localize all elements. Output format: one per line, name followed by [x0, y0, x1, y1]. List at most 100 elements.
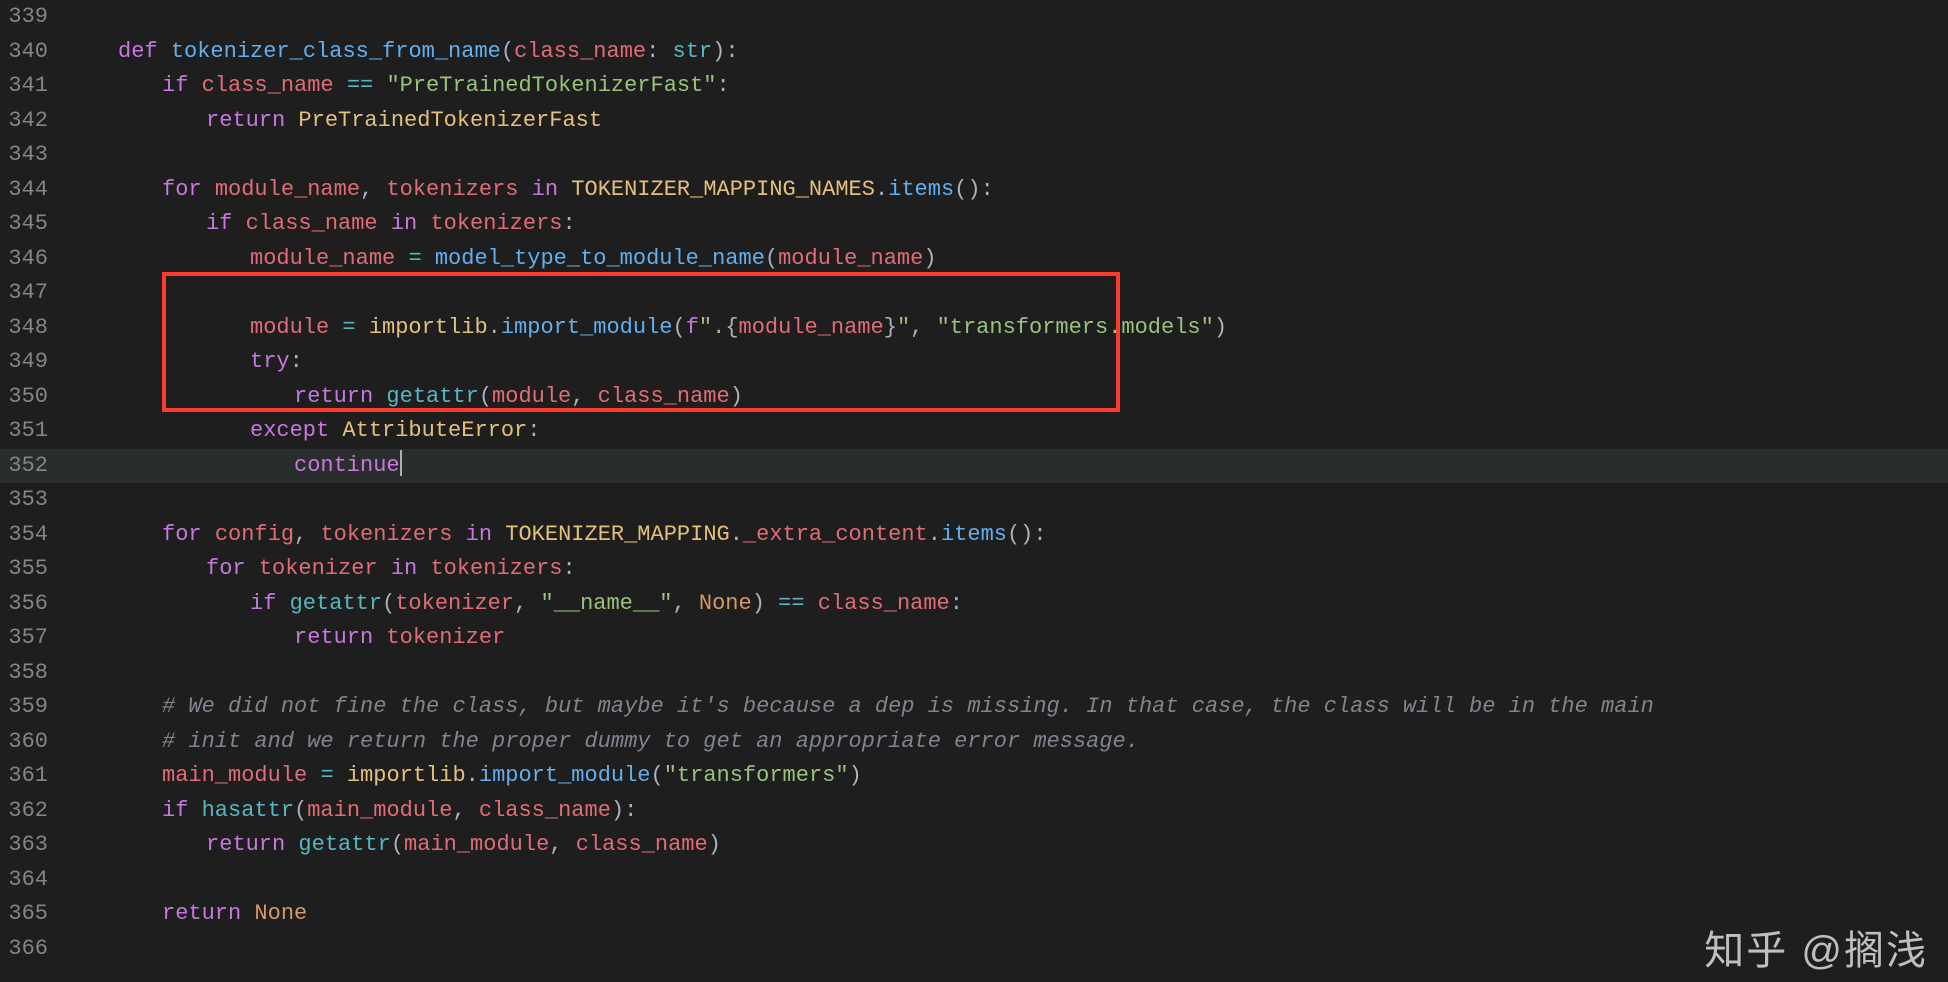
token-kw: return [294, 625, 386, 650]
code-line[interactable]: 348 module = importlib.import_module(f".{… [0, 311, 1948, 346]
code-line[interactable]: 360 # init and we return the proper dummy… [0, 725, 1948, 760]
code-content[interactable]: if hasattr(main_module, class_name): [162, 794, 1948, 829]
code-line[interactable]: 363return getattr(main_module, class_nam… [0, 828, 1948, 863]
token-kw: if [162, 798, 202, 823]
token-pn [356, 315, 369, 340]
code-content[interactable]: if class_name == "PreTrainedTokenizerFas… [162, 69, 1948, 104]
code-line[interactable]: 341 if class_name == "PreTrainedTokenizer… [0, 69, 1948, 104]
token-kw: def [118, 39, 171, 64]
token-cmt: # We did not fine the class, but maybe i… [162, 694, 1654, 719]
code-line[interactable]: 354for config, tokenizers in TOKENIZER_M… [0, 518, 1948, 553]
code-line[interactable]: 343 [0, 138, 1948, 173]
token-pn: } [884, 315, 897, 340]
code-line[interactable]: 366 [0, 932, 1948, 967]
text-cursor [400, 450, 402, 476]
token-ident: tokenizers [430, 556, 562, 581]
code-content[interactable]: try: [250, 345, 1948, 380]
code-line[interactable]: 355for tokenizer in tokenizers: [0, 552, 1948, 587]
token-ident: module_name [778, 246, 923, 271]
token-pn: ( [382, 591, 395, 616]
code-content[interactable]: continue [294, 449, 1948, 484]
code-line[interactable]: 346module_name = model_type_to_module_na… [0, 242, 1948, 277]
code-content[interactable]: main_module = importlib.import_module("t… [162, 759, 1948, 794]
code-content[interactable]: # We did not fine the class, but maybe i… [162, 690, 1948, 725]
code-content[interactable]: return getattr(module, class_name) [294, 380, 1948, 415]
token-pn: , [673, 591, 699, 616]
line-number: 348 [0, 311, 74, 346]
token-pn: (): [1007, 522, 1047, 547]
token-ident: tokenizer [395, 591, 514, 616]
token-ident: tokenizers [320, 522, 452, 547]
token-call: import_module [501, 315, 673, 340]
code-line[interactable]: 361main_module = importlib.import_module… [0, 759, 1948, 794]
code-line[interactable]: 353 [0, 483, 1948, 518]
token-pn: ) [708, 832, 721, 857]
code-line[interactable]: 359 # We did not fine the class, but mayb… [0, 690, 1948, 725]
token-op: = [408, 246, 421, 271]
code-line[interactable]: 340def tokenizer_class_from_name(class_n… [0, 35, 1948, 70]
token-ident: module [250, 315, 329, 340]
code-content[interactable]: return tokenizer [294, 621, 1948, 656]
token-builtin: str [673, 39, 713, 64]
token-param: class_name [514, 39, 646, 64]
line-number: 342 [0, 104, 74, 139]
token-str: "transformers" [664, 763, 849, 788]
code-line[interactable]: 364 [0, 863, 1948, 898]
code-editor[interactable]: 339340def tokenizer_class_from_name(clas… [0, 0, 1948, 982]
token-obj: AttributeError [342, 418, 527, 443]
code-line[interactable]: 356if getattr(tokenizer, "__name__", Non… [0, 587, 1948, 622]
code-line[interactable]: 344for module_name, tokenizers in TOKENI… [0, 173, 1948, 208]
code-content[interactable]: def tokenizer_class_from_name(class_name… [118, 35, 1948, 70]
code-line[interactable]: 362if hasattr(main_module, class_name): [0, 794, 1948, 829]
token-kw: return [162, 901, 254, 926]
code-content[interactable]: return None [162, 897, 1948, 932]
code-content[interactable]: module = importlib.import_module(f".{mod… [250, 311, 1948, 346]
code-content[interactable]: for tokenizer in tokenizers: [206, 552, 1948, 587]
token-pn: ) [849, 763, 862, 788]
token-pn: ( [765, 246, 778, 271]
code-content[interactable]: return PreTrainedTokenizerFast [206, 104, 1948, 139]
token-pn: : [290, 349, 303, 374]
token-pn [307, 763, 320, 788]
code-content[interactable]: for module_name, tokenizers in TOKENIZER… [162, 173, 1948, 208]
code-line[interactable]: 358 [0, 656, 1948, 691]
code-line[interactable]: 339 [0, 0, 1948, 35]
code-content[interactable]: for config, tokenizers in TOKENIZER_MAPP… [162, 518, 1948, 553]
token-pn: (): [954, 177, 994, 202]
token-none: None [699, 591, 752, 616]
line-number: 353 [0, 483, 74, 518]
code-line[interactable]: 357return tokenizer [0, 621, 1948, 656]
line-number: 360 [0, 725, 74, 760]
code-content[interactable]: except AttributeError: [250, 414, 1948, 449]
token-pn: ) [752, 591, 778, 616]
line-number: 350 [0, 380, 74, 415]
code-content[interactable]: # init and we return the proper dummy to… [162, 725, 1948, 760]
code-line[interactable]: 342 return PreTrainedTokenizerFast [0, 104, 1948, 139]
code-line[interactable]: 351except AttributeError: [0, 414, 1948, 449]
code-line[interactable]: 365return None [0, 897, 1948, 932]
token-pn: . [928, 522, 941, 547]
code-content[interactable]: module_name = model_type_to_module_name(… [250, 242, 1948, 277]
line-number: 345 [0, 207, 74, 242]
code-content[interactable]: if getattr(tokenizer, "__name__", None) … [250, 587, 1948, 622]
token-call: import_module [479, 763, 651, 788]
token-str: "__name__" [540, 591, 672, 616]
token-ident: module_name [250, 246, 395, 271]
line-number: 366 [0, 932, 74, 967]
code-content[interactable]: return getattr(main_module, class_name) [206, 828, 1948, 863]
line-number: 341 [0, 69, 74, 104]
code-line[interactable]: 347 [0, 276, 1948, 311]
code-line[interactable]: 350 return getattr(module, class_name) [0, 380, 1948, 415]
code-line[interactable]: 352continue [0, 449, 1948, 484]
code-content[interactable]: if class_name in tokenizers: [206, 207, 1948, 242]
token-pn: : [717, 73, 730, 98]
token-pn: , [549, 832, 575, 857]
code-line[interactable]: 345 if class_name in tokenizers: [0, 207, 1948, 242]
token-pn: : [527, 418, 540, 443]
token-pn: : [562, 556, 575, 581]
token-op: == [347, 73, 373, 98]
line-number: 359 [0, 690, 74, 725]
token-pn: ( [651, 763, 664, 788]
code-line[interactable]: 349try: [0, 345, 1948, 380]
token-pn: , [294, 522, 320, 547]
